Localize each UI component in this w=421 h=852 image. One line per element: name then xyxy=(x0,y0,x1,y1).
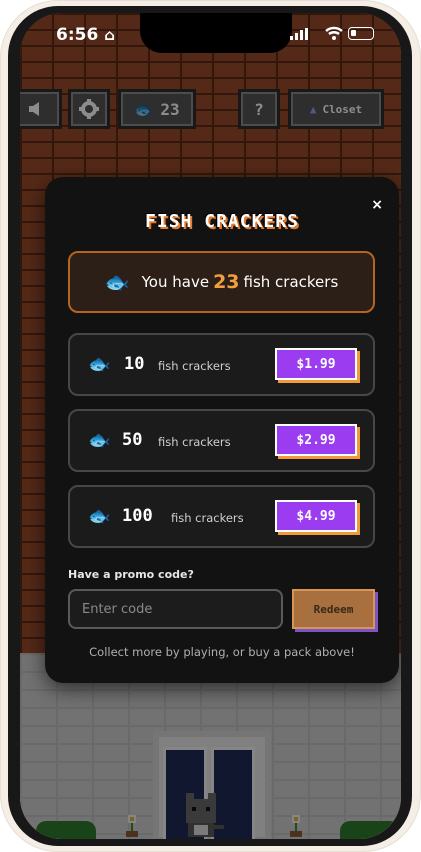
home-icon: ⌂ xyxy=(104,26,115,44)
status-time: 6:56 ⌂ xyxy=(56,25,115,45)
promo-code-input[interactable] xyxy=(68,589,283,629)
buy-button[interactable]: $2.99 xyxy=(275,424,357,456)
pack-unit: fish crackers xyxy=(158,435,231,449)
pack-qty: 50 xyxy=(122,430,143,450)
signal-icon xyxy=(290,28,308,40)
fish-icon: 🐟 xyxy=(88,354,111,375)
pack-unit: fish crackers xyxy=(158,359,231,373)
fish-crackers-modal: FISH CRACKERS × 🐟 You have 23 fish crack… xyxy=(45,177,399,683)
modal-title: FISH CRACKERS xyxy=(145,211,299,232)
balance-card: 🐟 You have 23 fish crackers xyxy=(68,251,375,313)
buy-button[interactable]: $1.99 xyxy=(275,348,357,380)
pack-unit: fish crackers xyxy=(171,511,244,525)
game-screen: 🐟 23 ? ▲ Closet 6:56 ⌂ FISH CRACKERS × 🐟… xyxy=(20,13,401,839)
fish-icon: 🐟 xyxy=(104,270,130,294)
close-button[interactable]: × xyxy=(371,197,383,213)
pack-row: 🐟 50 fish crackers $2.99 xyxy=(68,409,375,472)
battery-icon xyxy=(348,27,374,40)
pack-qty: 10 xyxy=(124,354,145,374)
phone-bezel: 🐟 23 ? ▲ Closet 6:56 ⌂ FISH CRACKERS × 🐟… xyxy=(8,6,412,846)
pack-row: 🐟 100 fish crackers $4.99 xyxy=(68,485,375,548)
balance-suffix: fish crackers xyxy=(243,273,339,291)
dynamic-island xyxy=(140,13,292,53)
status-bar: 6:56 ⌂ xyxy=(20,13,401,53)
balance-prefix: You have xyxy=(141,273,210,291)
balance-amount: 23 xyxy=(213,271,240,293)
footer-hint: Collect more by playing, or buy a pack a… xyxy=(89,645,355,659)
redeem-button[interactable]: Redeem xyxy=(292,589,375,629)
pack-qty: 100 xyxy=(122,506,153,526)
wifi-icon xyxy=(325,26,343,40)
pack-row: 🐟 10 fish crackers $1.99 xyxy=(68,333,375,396)
promo-label: Have a promo code? xyxy=(68,568,194,581)
fish-icon: 🐟 xyxy=(88,506,111,527)
fish-icon: 🐟 xyxy=(88,430,111,451)
buy-button[interactable]: $4.99 xyxy=(275,500,357,532)
